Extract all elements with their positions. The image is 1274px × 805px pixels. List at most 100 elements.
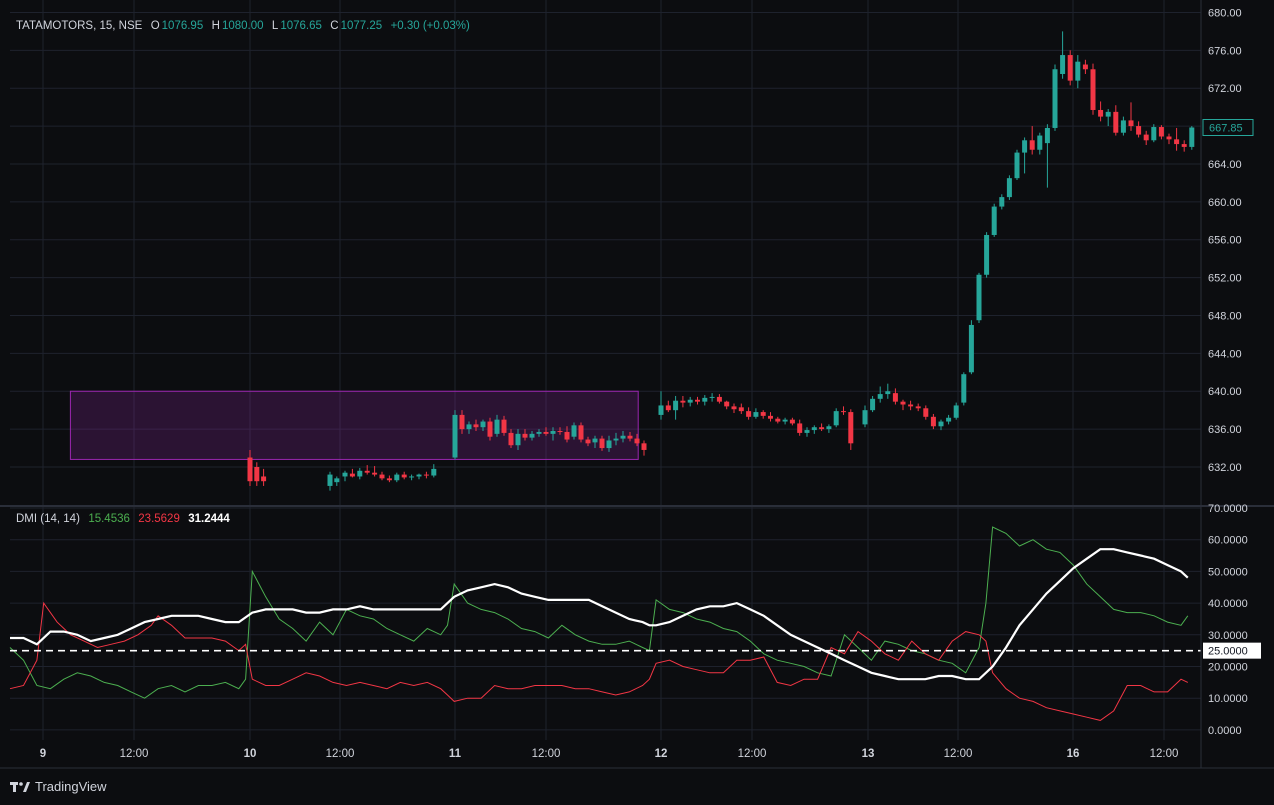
high-label: H: [211, 20, 220, 32]
candle[interactable]: [1189, 126, 1195, 150]
candle-body: [634, 438, 640, 444]
price-tick-label: 656.00: [1208, 235, 1242, 247]
candle-body: [357, 470, 363, 477]
x-tick-label: 12:00: [532, 748, 561, 760]
candle-body: [494, 419, 500, 434]
candle-body: [680, 400, 686, 403]
candle-body: [501, 419, 507, 433]
candle-body: [641, 443, 647, 450]
candle-body: [401, 474, 407, 478]
candle-body: [976, 274, 982, 321]
candle-body: [1166, 136, 1172, 140]
candle[interactable]: [1090, 63, 1096, 115]
candle-body: [841, 411, 846, 413]
candle-body: [508, 432, 514, 446]
dmi-title[interactable]: DMI (14, 14): [16, 513, 80, 525]
candle-body: [529, 433, 535, 438]
annotation-box-layer: [69, 390, 639, 460]
branding[interactable]: TradingView: [10, 779, 107, 794]
candle-body: [915, 406, 921, 409]
x-tick-label: 16: [1067, 748, 1080, 760]
candle-body: [946, 417, 952, 422]
candle-body: [254, 467, 260, 482]
candle-body: [349, 473, 355, 477]
candle-body: [599, 438, 605, 449]
candle[interactable]: [452, 410, 458, 460]
candle[interactable]: [1014, 149, 1020, 181]
adx-value: 31.2444: [188, 513, 230, 525]
high-value: 1080.00: [221, 20, 264, 32]
candle-body: [1075, 61, 1081, 81]
candle-body: [819, 427, 825, 430]
candle-body: [775, 418, 781, 422]
candle[interactable]: [833, 408, 839, 428]
candle-body: [386, 478, 392, 481]
candle-body: [247, 457, 253, 482]
x-tick-label: 12:00: [944, 748, 973, 760]
x-tick-label: 12:00: [738, 748, 767, 760]
candle-body: [738, 407, 744, 412]
candle-body: [892, 393, 898, 402]
candle-body: [466, 424, 472, 430]
threshold-label: 25.0000: [1208, 646, 1248, 658]
x-tick-label: 9: [40, 748, 46, 760]
candle-body: [768, 415, 773, 419]
candle[interactable]: [1052, 64, 1058, 131]
candle-body: [848, 412, 854, 444]
candle[interactable]: [961, 372, 967, 406]
open-value: 1076.95: [161, 20, 204, 32]
tradingview-logo-icon: [10, 781, 30, 792]
chart-canvas[interactable]: 9 12:00 10 12:00 11 12:00 12 12:00 13 12:00 16 12:0…: [0, 0, 1274, 805]
dmi-tick-label: 60.0000: [1208, 535, 1248, 547]
candle[interactable]: [991, 203, 997, 237]
candle-body: [613, 438, 619, 441]
candle-body: [797, 423, 803, 433]
candle-body: [571, 425, 577, 437]
candle[interactable]: [578, 422, 584, 443]
candle-body: [984, 234, 990, 275]
symbol-label[interactable]: TATAMOTORS, 15, NSE: [16, 20, 142, 32]
candle-body: [627, 435, 633, 439]
candle-body: [789, 419, 795, 424]
dmi-tick-label: 50.0000: [1208, 566, 1248, 578]
candle-body: [372, 472, 378, 475]
candle[interactable]: [1006, 175, 1012, 200]
close-value: 1077.25: [340, 20, 383, 32]
candle-body: [515, 433, 521, 446]
candle-body: [930, 416, 936, 427]
price-tick-label: 632.00: [1208, 462, 1242, 474]
consolidation-box[interactable]: [69, 390, 639, 460]
price-tick-label: 644.00: [1208, 348, 1242, 360]
candle-body: [826, 426, 832, 430]
x-tick-label: 12:00: [326, 748, 355, 760]
dmi-tick-label: 0.0000: [1208, 725, 1242, 737]
candle[interactable]: [1067, 50, 1073, 86]
candle-body: [885, 391, 891, 395]
candle-body: [673, 400, 679, 411]
dmi-tick-label: 70.0000: [1208, 503, 1248, 515]
candle-body: [991, 206, 997, 235]
candle-body: [1105, 111, 1111, 117]
candle-body: [953, 405, 959, 418]
candle-body: [1128, 120, 1134, 127]
candle[interactable]: [968, 320, 974, 375]
price-tick-label: 660.00: [1208, 197, 1242, 209]
candle[interactable]: [984, 232, 990, 278]
price-legend: TATAMOTORS, 15, NSE O 1076.95 H 1080.00 L1…: [16, 20, 472, 32]
close-label: C: [330, 20, 339, 32]
x-tick-label: 12:00: [1150, 748, 1179, 760]
dmi-tick-label: 40.0000: [1208, 598, 1248, 610]
candle-body: [811, 427, 817, 431]
x-tick-label: 11: [449, 748, 462, 760]
candle-body: [394, 474, 400, 481]
candle-body: [1136, 126, 1142, 135]
candle-body: [1151, 127, 1157, 141]
candle[interactable]: [976, 272, 982, 324]
price-tick-label: 680.00: [1208, 7, 1242, 19]
candle-body: [961, 374, 967, 403]
candle-body: [870, 398, 876, 411]
candle-body: [1158, 127, 1164, 137]
candle-body: [1022, 140, 1028, 153]
candle-body: [564, 431, 570, 440]
candle-body: [968, 324, 974, 373]
